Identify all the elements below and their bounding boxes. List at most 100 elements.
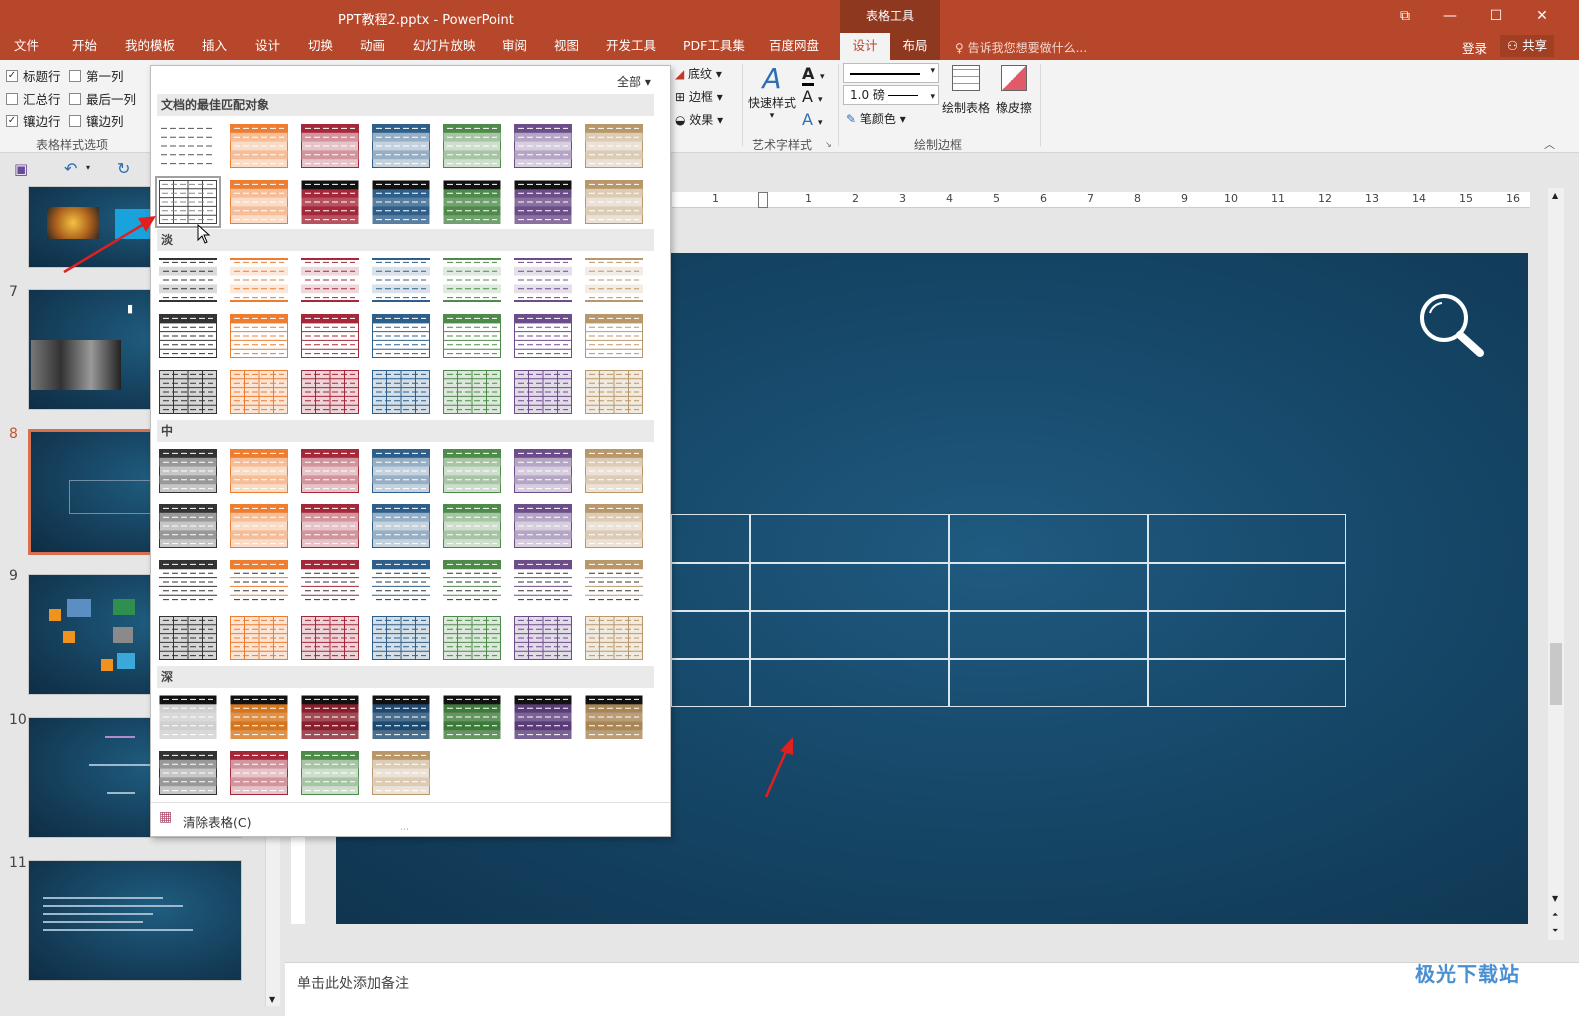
redo-icon[interactable]: ↻ <box>117 159 130 178</box>
table-style-swatch[interactable] <box>159 695 217 739</box>
table-style-swatch[interactable] <box>514 314 572 358</box>
table-style-swatch[interactable] <box>585 314 643 358</box>
table-style-swatch[interactable] <box>585 504 643 548</box>
table-style-swatch[interactable] <box>230 504 288 548</box>
table-style-swatch[interactable] <box>301 370 359 414</box>
table-style-swatch[interactable] <box>514 370 572 414</box>
table-style-swatch[interactable] <box>301 695 359 739</box>
save-icon[interactable]: ▣ <box>14 160 28 178</box>
tab-table-design[interactable]: 设计 <box>840 33 890 60</box>
table-style-swatch[interactable] <box>301 314 359 358</box>
last-column-checkbox[interactable]: 最后一列 <box>69 89 136 108</box>
tab-table-layout[interactable]: 布局 <box>890 33 940 60</box>
table-style-swatch[interactable] <box>372 695 430 739</box>
tell-me-search[interactable]: ♀ 告诉我您想要做什么... <box>955 39 1087 56</box>
table-style-swatch[interactable] <box>301 751 359 795</box>
clear-table-item[interactable]: ▦ 清除表格(C) ⋯ <box>151 802 670 836</box>
table-style-swatch[interactable] <box>443 314 501 358</box>
table-style-swatch[interactable] <box>301 180 359 224</box>
table-style-swatch[interactable] <box>230 616 288 660</box>
table-style-swatch[interactable] <box>585 695 643 739</box>
table-style-swatch[interactable] <box>301 258 359 302</box>
table-style-swatch[interactable] <box>443 124 501 168</box>
gallery-filter-dropdown[interactable]: 全部 ▾ <box>617 73 651 90</box>
table-style-swatch[interactable] <box>301 124 359 168</box>
table-style-swatch[interactable] <box>514 258 572 302</box>
table-style-swatch[interactable] <box>159 616 217 660</box>
tab-animations[interactable]: 动画 <box>354 33 391 60</box>
table-style-swatch[interactable] <box>372 258 430 302</box>
table-style-swatch[interactable] <box>301 504 359 548</box>
table-style-swatch[interactable] <box>159 449 217 493</box>
borders-button[interactable]: ⊞ 边框 ▾ <box>675 88 723 105</box>
table-style-swatch[interactable] <box>230 370 288 414</box>
table-style-swatch[interactable] <box>514 616 572 660</box>
table-style-swatch[interactable] <box>443 370 501 414</box>
undo-dropdown-icon[interactable]: ▾ <box>86 163 90 172</box>
pen-style-dropdown[interactable]: ▾ <box>843 63 939 83</box>
next-slide-icon[interactable]: ⏷ <box>1552 926 1558 936</box>
text-fill-button[interactable]: A ▾ <box>802 64 825 86</box>
banded-rows-checkbox[interactable]: ✓ 镶边行 <box>6 111 61 130</box>
table-style-swatch[interactable] <box>443 616 501 660</box>
table-style-swatch[interactable] <box>514 180 572 224</box>
table-style-swatch[interactable] <box>159 124 217 168</box>
first-column-checkbox[interactable]: 第一列 <box>69 66 124 85</box>
minimize-button[interactable]: — <box>1427 0 1473 33</box>
notes-pane[interactable]: 单击此处添加备注 <box>285 962 1579 1016</box>
table-style-swatch[interactable] <box>230 180 288 224</box>
table-style-swatch[interactable] <box>585 560 643 604</box>
tab-my-templates[interactable]: 我的模板 <box>119 33 181 60</box>
scrollbar-thumb[interactable] <box>1550 643 1562 705</box>
resize-grip-icon[interactable]: ⋯ <box>400 825 409 835</box>
maximize-button[interactable]: ☐ <box>1473 0 1519 33</box>
close-button[interactable]: ✕ <box>1519 0 1565 33</box>
pen-color-button[interactable]: ✎ 笔颜色 ▾ <box>846 110 906 127</box>
table-style-swatch[interactable] <box>585 180 643 224</box>
ribbon-display-options-icon[interactable]: ⧉ <box>1382 0 1428 33</box>
tab-baidu-netdisk[interactable]: 百度网盘 <box>763 33 825 60</box>
dialog-launcher-icon[interactable]: ↘ <box>825 140 832 149</box>
table-style-swatch[interactable] <box>372 314 430 358</box>
table-style-swatch[interactable] <box>514 124 572 168</box>
table-style-swatch[interactable] <box>230 314 288 358</box>
tab-slideshow[interactable]: 幻灯片放映 <box>407 33 482 60</box>
eraser-button[interactable]: 橡皮擦 <box>994 65 1034 116</box>
login-link[interactable]: 登录 <box>1462 38 1487 57</box>
tab-home[interactable]: 开始 <box>66 33 103 60</box>
table-style-swatch[interactable] <box>230 560 288 604</box>
total-row-checkbox[interactable]: 汇总行 <box>6 89 61 108</box>
quick-styles-button[interactable]: A 快速样式 ▾ <box>748 64 796 122</box>
table-style-swatch[interactable] <box>372 449 430 493</box>
share-button[interactable]: ⚇ 共享 <box>1500 35 1554 57</box>
table-style-swatch[interactable] <box>585 616 643 660</box>
ruler-indent-marker[interactable] <box>758 192 768 208</box>
header-row-checkbox[interactable]: ✓ 标题行 <box>6 66 61 85</box>
tab-insert[interactable]: 插入 <box>196 33 233 60</box>
table-style-swatch[interactable] <box>159 314 217 358</box>
table-style-swatch[interactable] <box>372 504 430 548</box>
table-style-swatch[interactable] <box>514 449 572 493</box>
table-style-swatch[interactable] <box>301 616 359 660</box>
text-effects-button[interactable]: A ▾ <box>802 110 823 129</box>
tab-design[interactable]: 设计 <box>249 33 286 60</box>
table-style-swatch[interactable] <box>372 751 430 795</box>
shading-button[interactable]: ◢ 底纹 ▾ <box>675 65 722 82</box>
table-style-swatch[interactable] <box>230 449 288 493</box>
banded-columns-checkbox[interactable]: 镶边列 <box>69 111 124 130</box>
text-outline-button[interactable]: A ▾ <box>802 87 823 106</box>
previous-slide-icon[interactable]: ⏶ <box>1552 910 1558 920</box>
table-style-swatch[interactable] <box>585 258 643 302</box>
table-style-swatch[interactable] <box>514 504 572 548</box>
editor-vertical-scrollbar[interactable]: ▲ ▼ ⏶ ⏷ <box>1548 188 1564 940</box>
table-style-swatch[interactable] <box>230 695 288 739</box>
tab-review[interactable]: 审阅 <box>496 33 533 60</box>
table-style-swatch[interactable] <box>372 616 430 660</box>
table-style-swatch[interactable] <box>372 370 430 414</box>
table-style-swatch[interactable] <box>372 560 430 604</box>
table-style-swatch[interactable] <box>443 695 501 739</box>
table-style-swatch[interactable] <box>443 504 501 548</box>
table-style-swatch[interactable] <box>230 258 288 302</box>
table-style-swatch[interactable] <box>443 560 501 604</box>
slide-thumbnail-11[interactable] <box>28 860 242 981</box>
